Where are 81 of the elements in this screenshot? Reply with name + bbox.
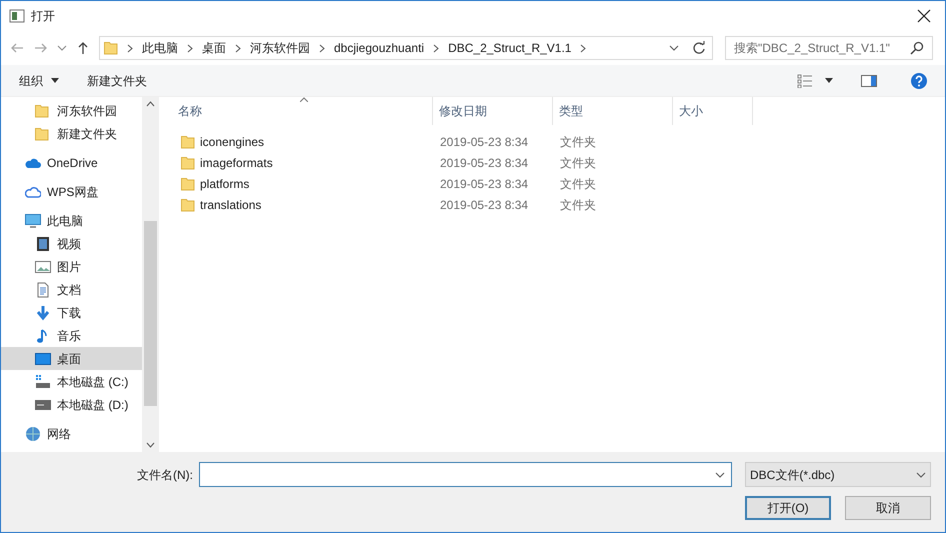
chevron-right-icon: [580, 44, 586, 52]
document-icon: [35, 282, 51, 298]
table-cell: 文件夹: [560, 156, 596, 170]
desktop-icon: [35, 350, 51, 366]
preview-pane-icon[interactable]: [861, 74, 877, 86]
folder-icon: [35, 126, 51, 142]
sidebar-item[interactable]: 音乐: [1, 324, 142, 347]
breadcrumb[interactable]: 河东软件园: [250, 39, 310, 57]
sidebar-item[interactable]: 本地磁盘 (C:): [1, 370, 142, 393]
monitor-icon: [25, 212, 41, 228]
table-cell: 文件夹: [560, 198, 596, 212]
table-cell: 2019-05-23 8:34: [440, 176, 528, 190]
file-name[interactable]: iconengines: [200, 132, 264, 150]
sidebar-item[interactable]: OneDrive: [1, 151, 142, 174]
sidebar-item[interactable]: WPS网盘: [1, 180, 142, 203]
open-button[interactable]: 打开(O): [745, 496, 831, 520]
down-arrow-icon: [35, 304, 51, 320]
folder-icon: [104, 40, 118, 56]
sidebar-item[interactable]: 文档: [1, 278, 142, 301]
folder-icon: [181, 154, 195, 170]
image-icon: [35, 258, 51, 274]
search-field[interactable]: 搜索"DBC_2_Struct_R_V1.1": [725, 36, 933, 60]
folder-icon: [35, 102, 51, 118]
table-cell: 文件夹: [560, 176, 596, 190]
search-icon: [910, 41, 924, 55]
chevron-right-icon: [127, 44, 133, 52]
filename-field[interactable]: [199, 462, 732, 487]
chevron-right-icon: [235, 44, 241, 52]
column-header[interactable]: 名称: [161, 97, 433, 125]
table-cell: 文件夹: [560, 134, 596, 148]
folder-icon: [181, 134, 195, 150]
breadcrumb[interactable]: 此电脑: [142, 39, 178, 57]
file-name[interactable]: platforms: [200, 174, 250, 192]
chevron-right-icon: [433, 44, 440, 52]
scroll-down-icon[interactable]: [146, 442, 155, 448]
address-field[interactable]: 此电脑 桌面 河东软件园 dbcjiegouzhuanti DBC_2_Struct_R_V1.1: [99, 36, 713, 60]
new-folder-button[interactable]: 新建文件夹: [87, 72, 147, 90]
sidebar-item[interactable]: 本地磁盘 (D:): [1, 393, 142, 416]
table-cell: 2019-05-23 8:34: [440, 156, 528, 170]
sidebar-item[interactable]: 河东软件园: [1, 99, 142, 122]
sidebar-item[interactable]: 视频: [1, 232, 142, 255]
chevron-right-icon: [319, 44, 325, 52]
scrollbar[interactable]: [142, 97, 159, 452]
column-header[interactable]: 大小: [673, 97, 753, 125]
caret-icon: [51, 78, 59, 83]
app-icon: [9, 8, 25, 24]
breadcrumb[interactable]: DBC_2_Struct_R_V1.1: [448, 39, 572, 57]
globe-icon: [25, 426, 41, 442]
cancel-button[interactable]: 取消: [845, 496, 931, 520]
chevron-down-icon: [916, 470, 926, 480]
help-icon[interactable]: [911, 72, 927, 88]
sidebar-item[interactable]: 网络: [1, 422, 142, 445]
chevron-down-icon[interactable]: [57, 43, 67, 53]
caret-icon: [825, 78, 833, 83]
view-list-icon: [797, 74, 813, 88]
file-name[interactable]: imageformats: [200, 154, 273, 172]
table-cell: 2019-05-23 8:34: [440, 134, 528, 148]
field-label: 文件名(N):: [137, 466, 193, 484]
breadcrumb[interactable]: dbcjiegouzhuanti: [334, 39, 424, 57]
folder-icon: [181, 176, 195, 192]
window-title: 打开: [31, 8, 56, 25]
organize-button[interactable]: 组织: [19, 72, 59, 90]
film-icon: [35, 236, 51, 252]
chevron-right-icon: [187, 44, 193, 52]
sidebar-item[interactable]: 新建文件夹: [1, 122, 142, 145]
sidebar-item[interactable]: 桌面: [1, 347, 142, 370]
file-type-dropdown[interactable]: DBC文件(*.dbc): [745, 462, 931, 487]
breadcrumb[interactable]: 桌面: [202, 39, 226, 57]
sidebar-item[interactable]: 图片: [1, 255, 142, 278]
table-cell: 2019-05-23 8:34: [440, 198, 528, 212]
view-options-button[interactable]: [797, 74, 833, 88]
sidebar-item[interactable]: 此电脑: [1, 209, 142, 232]
file-name[interactable]: translations: [200, 196, 262, 214]
scroll-up-icon[interactable]: [146, 101, 155, 107]
close-icon[interactable]: [917, 9, 931, 23]
refresh-icon[interactable]: [692, 41, 706, 55]
sidebar-item[interactable]: 下载: [1, 301, 142, 324]
column-header[interactable]: 类型: [553, 97, 673, 125]
column-header[interactable]: 修改日期: [433, 97, 553, 125]
drive-icon: [35, 374, 51, 390]
folder-icon: [181, 196, 195, 212]
